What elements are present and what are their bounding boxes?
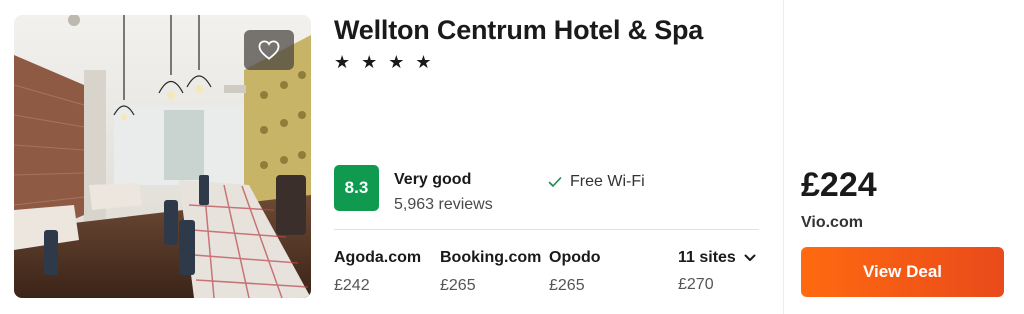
hotel-result-card: Wellton Centrum Hotel & Spa ★ ★ ★ ★ 8.3 … xyxy=(0,0,1024,314)
view-deal-button[interactable]: View Deal xyxy=(801,247,1004,297)
offer-site-name: Booking.com xyxy=(440,249,542,266)
hotel-info: Wellton Centrum Hotel & Spa ★ ★ ★ ★ 8.3 … xyxy=(334,0,764,314)
favorite-button[interactable] xyxy=(244,30,294,70)
more-sites-label: 11 sites xyxy=(678,249,736,266)
more-sites-price: £270 xyxy=(678,276,714,293)
heart-icon xyxy=(258,40,280,60)
divider xyxy=(334,229,759,230)
offer-opodo[interactable]: Opodo £265 xyxy=(549,249,601,295)
offer-price: £265 xyxy=(549,277,585,294)
rating-label: Very good xyxy=(394,171,472,188)
chevron-down-icon xyxy=(744,254,756,261)
amenity-label: Free Wi-Fi xyxy=(570,173,645,190)
offer-site-name: Opodo xyxy=(549,249,601,266)
best-price: £224 xyxy=(801,166,877,204)
column-separator xyxy=(783,0,784,314)
check-icon xyxy=(548,177,562,187)
offer-agoda[interactable]: Agoda.com £242 xyxy=(334,249,421,295)
offer-site-name: Agoda.com xyxy=(334,249,422,266)
offer-price: £242 xyxy=(334,277,370,294)
hotel-name[interactable]: Wellton Centrum Hotel & Spa xyxy=(334,15,703,46)
review-score-badge: 8.3 xyxy=(334,165,379,211)
best-price-site: Vio.com xyxy=(801,214,863,231)
star-rating: ★ ★ ★ ★ xyxy=(334,52,435,72)
offer-booking[interactable]: Booking.com £265 xyxy=(440,249,541,295)
offer-price: £265 xyxy=(440,277,476,294)
amenity-wifi: Free Wi-Fi xyxy=(548,173,645,191)
review-count[interactable]: 5,963 reviews xyxy=(394,196,493,214)
more-sites-dropdown[interactable]: 11 sites £270 xyxy=(678,249,756,294)
